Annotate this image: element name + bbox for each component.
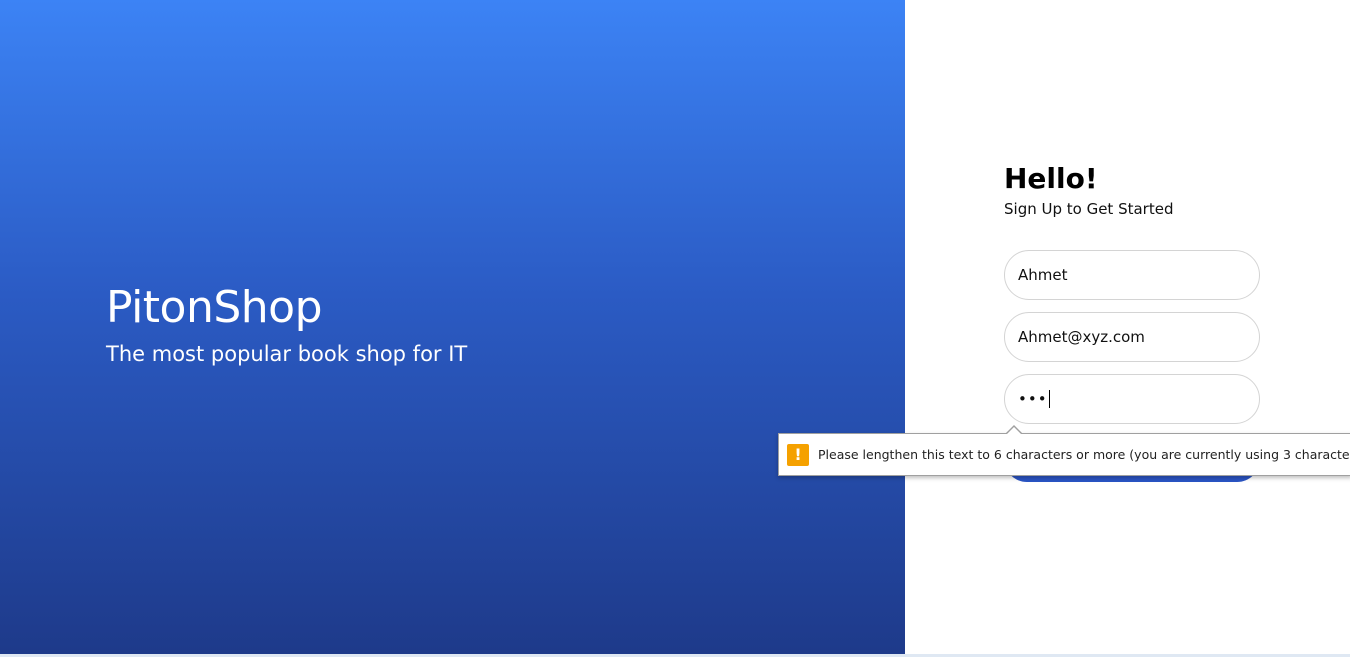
- warning-icon: !: [787, 443, 809, 466]
- tooltip-arrow-fill: [1006, 427, 1022, 435]
- email-input-value: Ahmet@xyz.com: [1018, 328, 1145, 346]
- password-input-value: •••: [1018, 390, 1048, 408]
- text-caret: [1048, 390, 1050, 408]
- form-heading: Hello!: [1004, 162, 1098, 195]
- email-input[interactable]: Ahmet@xyz.com: [1004, 312, 1260, 362]
- brand-title: PitonShop: [106, 282, 323, 333]
- name-input[interactable]: Ahmet: [1004, 250, 1260, 300]
- name-input-value: Ahmet: [1018, 266, 1068, 284]
- password-input[interactable]: •••: [1004, 374, 1260, 424]
- validation-tooltip: ! Please lengthen this text to 6 charact…: [778, 433, 1350, 476]
- brand-tagline: The most popular book shop for IT: [106, 342, 468, 366]
- hero-panel: PitonShop The most popular book shop for…: [0, 0, 905, 654]
- form-subheading: Sign Up to Get Started: [1004, 200, 1174, 218]
- validation-message: Please lengthen this text to 6 character…: [818, 447, 1350, 462]
